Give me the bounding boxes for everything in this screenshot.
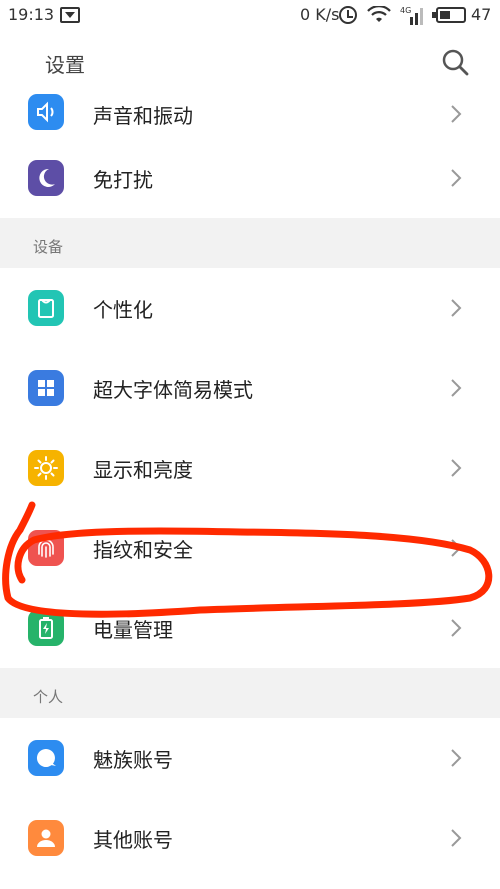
settings-item-large-font-mode[interactable]: 超大字体简易模式 xyxy=(0,348,500,428)
alarm-icon xyxy=(339,6,357,24)
notification-icon xyxy=(60,7,80,23)
battery-fill xyxy=(440,11,451,19)
settings-list: 声音和振动 免打扰 设备 个性化 超大字体简易模式 显示和亮度 指纹和安全 电量… xyxy=(0,90,500,878)
chevron-right-icon xyxy=(451,459,462,477)
battery-level: 47 xyxy=(471,5,492,24)
settings-item-label: 指纹和安全 xyxy=(93,538,193,562)
settings-item-personalization[interactable]: 个性化 xyxy=(0,268,500,348)
network-speed: 0 K/s xyxy=(300,5,340,24)
header: 设置 xyxy=(0,34,500,91)
settings-item-label: 其他账号 xyxy=(93,828,173,852)
settings-item-label: 魅族账号 xyxy=(93,748,173,772)
speaker-icon xyxy=(28,94,64,130)
section-label: 个人 xyxy=(33,688,64,706)
settings-item-sound[interactable]: 声音和振动 xyxy=(0,90,500,138)
battery-icon xyxy=(436,7,466,23)
settings-item-other-accounts[interactable]: 其他账号 xyxy=(0,798,500,878)
section-label: 设备 xyxy=(33,238,64,256)
settings-item-label: 免打扰 xyxy=(93,168,153,192)
settings-item-label: 个性化 xyxy=(93,298,153,322)
settings-item-fingerprint-security[interactable]: 指纹和安全 xyxy=(0,508,500,588)
section-header-device: 设备 xyxy=(0,218,500,268)
settings-item-label: 声音和振动 xyxy=(93,104,193,128)
svg-text:4G: 4G xyxy=(400,6,411,15)
meizu-icon xyxy=(28,740,64,776)
signal-icon: 4G xyxy=(400,6,423,25)
chevron-right-icon xyxy=(451,169,462,187)
wifi-icon xyxy=(367,6,391,22)
settings-item-label: 电量管理 xyxy=(93,618,173,642)
search-icon[interactable] xyxy=(440,47,470,77)
settings-item-label: 超大字体简易模式 xyxy=(93,378,253,402)
settings-item-meizu-account[interactable]: 魅族账号 xyxy=(0,718,500,798)
fingerprint-icon xyxy=(28,530,64,566)
shirt-icon xyxy=(28,290,64,326)
status-time: 19:13 xyxy=(8,5,55,24)
chevron-right-icon xyxy=(451,829,462,847)
grid-icon xyxy=(28,370,64,406)
moon-icon xyxy=(28,160,64,196)
settings-item-display-brightness[interactable]: 显示和亮度 xyxy=(0,428,500,508)
section-header-personal: 个人 xyxy=(0,668,500,718)
chevron-right-icon xyxy=(451,379,462,397)
chevron-right-icon xyxy=(451,299,462,317)
chevron-right-icon xyxy=(451,749,462,767)
page-title: 设置 xyxy=(45,53,85,77)
chevron-right-icon xyxy=(451,539,462,557)
chevron-right-icon xyxy=(451,105,462,123)
settings-item-power-management[interactable]: 电量管理 xyxy=(0,588,500,668)
settings-item-label: 显示和亮度 xyxy=(93,458,193,482)
chevron-right-icon xyxy=(451,619,462,637)
settings-item-do-not-disturb[interactable]: 免打扰 xyxy=(0,138,500,218)
battery-icon xyxy=(28,610,64,646)
person-icon xyxy=(28,820,64,856)
sun-icon xyxy=(28,450,64,486)
status-bar: 19:13 0 K/s 4G 47 xyxy=(0,0,500,34)
